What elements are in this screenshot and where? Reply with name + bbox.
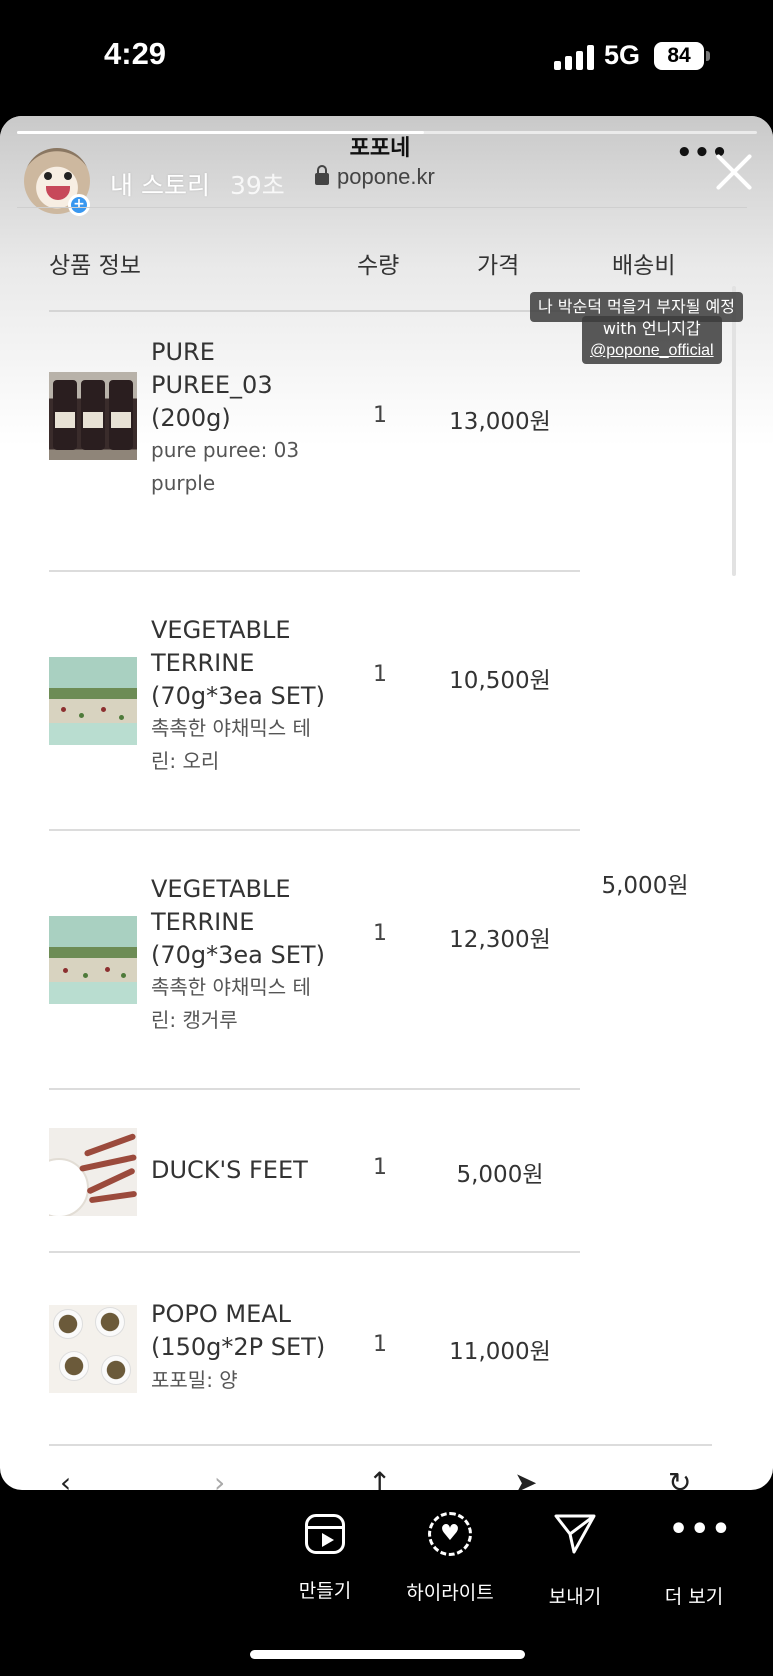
story-card[interactable]: + 내 스토리 39초 포포네 popone.kr ••• 상품 정보 수량 가… [0, 116, 773, 1490]
send-paper-plane-icon[interactable]: ➤ [514, 1466, 537, 1490]
create-button[interactable]: 만들기 [265, 1510, 385, 1603]
story-text-sticker-with[interactable]: with 언니지갑 @popone_official [582, 316, 722, 364]
story-timestamp: 39초 [230, 171, 285, 200]
home-indicator[interactable] [250, 1650, 525, 1659]
product-qty: 1 [373, 1332, 387, 1357]
row-divider [49, 570, 580, 572]
status-time: 4:29 [104, 36, 167, 71]
product-name[interactable]: PURE PUREE_03 (200g) [151, 336, 341, 435]
highlight-icon: ♥ [428, 1512, 472, 1556]
lock-icon [315, 165, 329, 185]
row-divider [49, 1444, 712, 1446]
header-divider [49, 310, 580, 312]
shipping-fee: 5,000원 [601, 873, 689, 899]
network-type: 5G [604, 40, 641, 70]
battery-tip [706, 51, 710, 61]
close-icon[interactable] [712, 150, 756, 194]
browser-divider [17, 207, 747, 208]
url-text: popone.kr [337, 164, 435, 189]
product-qty: 1 [373, 403, 387, 428]
send-icon [550, 1510, 600, 1560]
highlight-label: 하이라이트 [406, 1582, 494, 1604]
product-name[interactable]: POPO MEAL (150g*2P SET) [151, 1298, 341, 1364]
header-qty: 수량 [357, 253, 400, 279]
more-label: 더 보기 [664, 1586, 724, 1608]
story-bottom-bar: 만들기 ♥ 하이라이트 보내기 ••• 더 보기 [0, 1490, 773, 1676]
browser-nav-bar: ‹ › ↑ ➤ ↻ [0, 1466, 773, 1490]
product-thumbnail-popo-meal[interactable] [49, 1305, 137, 1393]
share-icon[interactable]: ↑ [368, 1466, 391, 1490]
product-thumbnail-duck-feet[interactable] [49, 1128, 137, 1216]
product-option: 촉촉한 야채믹스 테 린: 오리 [151, 716, 311, 773]
product-thumbnail-puree[interactable] [49, 372, 137, 460]
send-label: 보내기 [548, 1586, 602, 1608]
product-option: 포포밀: 양 [151, 1368, 238, 1392]
scrollbar[interactable] [732, 286, 736, 576]
product-thumbnail-terrine[interactable] [49, 916, 137, 1004]
back-arrow-icon[interactable]: ‹ [60, 1466, 71, 1490]
forward-arrow-icon[interactable]: › [214, 1466, 225, 1490]
product-price: 10,500원 [449, 668, 551, 694]
product-price: 12,300원 [449, 927, 551, 953]
header-price: 가격 [477, 253, 520, 279]
browser-url[interactable]: popone.kr [315, 164, 435, 190]
row-divider [49, 1088, 580, 1090]
reload-icon[interactable]: ↻ [668, 1466, 691, 1490]
status-bar: 4:29 5G 84 [0, 0, 773, 116]
product-option: pure puree: 03 purple [151, 438, 300, 495]
create-label: 만들기 [298, 1580, 352, 1602]
product-qty: 1 [373, 1155, 387, 1180]
product-name[interactable]: DUCK'S FEET [151, 1154, 341, 1187]
product-qty: 1 [373, 662, 387, 687]
reels-icon [305, 1514, 345, 1554]
mention-tag[interactable]: @popone_official [590, 340, 714, 362]
product-price: 5,000원 [456, 1162, 544, 1188]
row-divider [49, 1251, 580, 1253]
header-shipping: 배송비 [612, 253, 676, 279]
product-name[interactable]: VEGETABLE TERRINE (70g*3ea SET) [151, 614, 341, 713]
product-thumbnail-terrine[interactable] [49, 657, 137, 745]
send-button[interactable]: 보내기 [515, 1510, 635, 1609]
header-product: 상품 정보 [49, 253, 141, 279]
product-qty: 1 [373, 921, 387, 946]
browser-title: 포포네 [349, 136, 411, 161]
more-icon: ••• [669, 1512, 733, 1547]
cellular-signal-icon [554, 44, 596, 70]
story-username[interactable]: 내 스토리 [110, 166, 210, 202]
battery-icon: 84 [654, 42, 704, 70]
add-story-icon[interactable]: + [68, 194, 90, 216]
row-divider [49, 829, 580, 831]
product-option: 촉촉한 야채믹스 테 린: 캥거루 [151, 975, 311, 1032]
product-name[interactable]: VEGETABLE TERRINE (70g*3ea SET) [151, 873, 341, 972]
more-button[interactable]: ••• 더 보기 [634, 1510, 754, 1609]
product-price: 13,000원 [449, 409, 551, 435]
product-price: 11,000원 [449, 1339, 551, 1365]
highlight-button[interactable]: ♥ 하이라이트 [390, 1510, 510, 1605]
